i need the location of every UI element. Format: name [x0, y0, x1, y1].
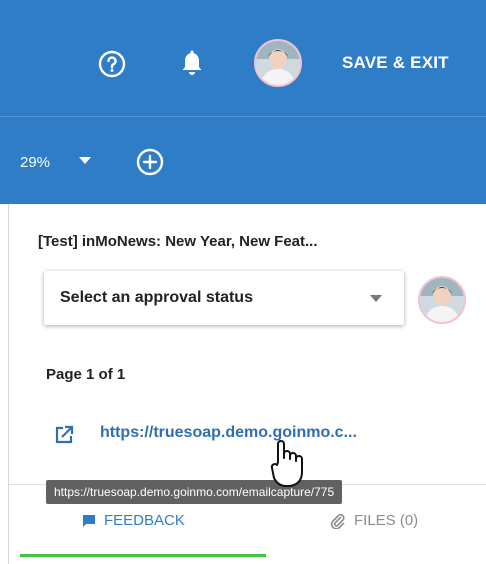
zoom-level[interactable]: 29%: [20, 154, 50, 171]
dropdown-arrow-icon: [370, 295, 382, 302]
chevron-down-icon[interactable]: [78, 156, 92, 166]
tab-files[interactable]: FILES (0): [330, 512, 418, 529]
page-url-link[interactable]: https://truesoap.demo.goinmo.c...: [100, 424, 357, 442]
bell-icon[interactable]: [180, 50, 204, 78]
approval-status-select[interactable]: Select an approval status: [44, 271, 404, 325]
avatar-photo: [420, 278, 464, 322]
approver-avatar: [418, 276, 466, 324]
open-in-new-icon[interactable]: [54, 425, 74, 445]
active-tab-indicator: [20, 554, 266, 557]
tab-files-label: FILES (0): [354, 512, 419, 529]
save-exit-button[interactable]: SAVE & EXIT: [342, 53, 449, 73]
document-title: [Test] inMoNews: New Year, New Feat...: [38, 233, 318, 250]
user-avatar[interactable]: [254, 39, 302, 87]
avatar-photo: [256, 41, 300, 85]
tab-feedback-label: FEEDBACK: [104, 512, 185, 529]
tab-feedback[interactable]: FEEDBACK: [82, 512, 185, 529]
url-tooltip: https://truesoap.demo.goinmo.com/emailca…: [46, 480, 343, 504]
page-indicator: Page 1 of 1: [46, 366, 126, 383]
help-icon[interactable]: [98, 50, 126, 78]
approval-status-value: Select an approval status: [60, 289, 253, 306]
add-circle-icon[interactable]: [136, 148, 164, 176]
toolbar-divider: [0, 116, 486, 117]
review-panel: [8, 204, 486, 564]
paperclip-icon: [330, 513, 345, 529]
comment-icon: [83, 514, 95, 527]
top-toolbar: SAVE & EXIT 29%: [0, 0, 486, 204]
